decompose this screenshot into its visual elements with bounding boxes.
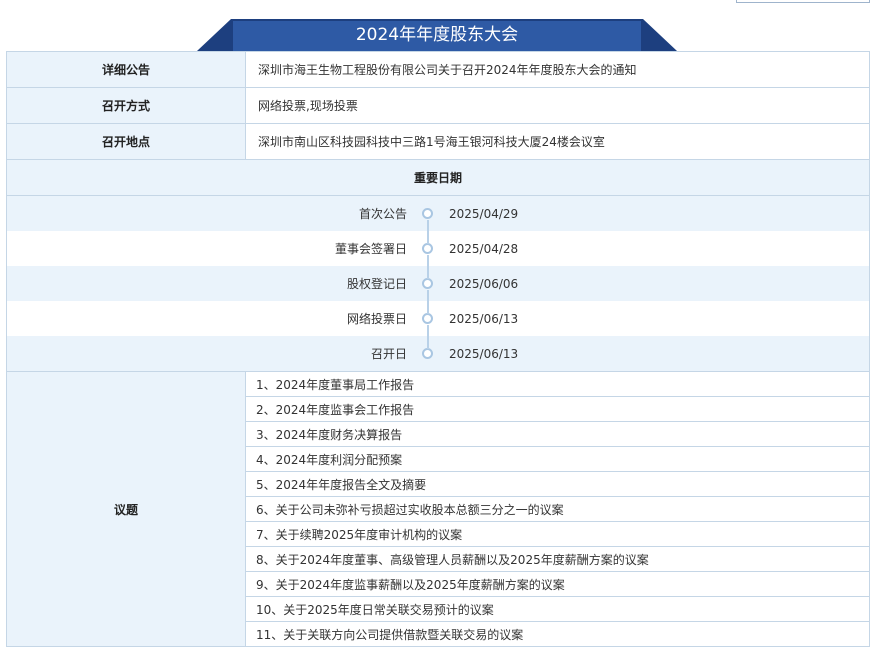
date-item-value: 2025/04/28 bbox=[449, 241, 519, 256]
agenda-item: 7、关于续聘2025年度审计机构的议案 bbox=[245, 521, 870, 547]
date-item-value: 2025/04/29 bbox=[449, 206, 519, 221]
agenda-item: 9、关于2024年度监事薪酬以及2025年度薪酬方案的议案 bbox=[245, 571, 870, 597]
date-item-first-announcement: 首次公告 2025/04/29 bbox=[7, 196, 869, 231]
dates-row: 首次公告 2025/04/29 董事会签署日 2025/04/28 股权登记日 … bbox=[6, 195, 870, 372]
dates-header-row: 重要日期 bbox=[6, 159, 870, 196]
date-item-label: 股权登记日 bbox=[346, 277, 407, 291]
date-item-label: 董事会签署日 bbox=[334, 242, 407, 256]
agenda-item: 2、2024年度监事会工作报告 bbox=[245, 396, 870, 422]
info-row-location: 召开地点 深圳市南山区科技园科技中三路1号海王银河科技大厦24楼会议室 bbox=[6, 123, 870, 160]
timeline-connector bbox=[427, 290, 429, 301]
date-item-label: 首次公告 bbox=[358, 207, 407, 221]
meeting-banner: 2024年年度股东大会 bbox=[197, 19, 677, 51]
agenda-label: 议题 bbox=[6, 371, 246, 647]
agenda-item: 3、2024年度财务决算报告 bbox=[245, 421, 870, 447]
timeline-connector bbox=[427, 301, 429, 314]
timeline-connector bbox=[427, 255, 429, 266]
date-item-value: 2025/06/06 bbox=[449, 276, 519, 291]
timeline-dot-icon bbox=[422, 278, 433, 289]
date-item-value: 2025/06/13 bbox=[449, 346, 519, 361]
method-label: 召开方式 bbox=[6, 87, 246, 124]
timeline-connector bbox=[427, 231, 429, 244]
agenda-item: 8、关于2024年度董事、高级管理人员薪酬以及2025年度薪酬方案的议案 bbox=[245, 546, 870, 572]
date-item-meeting-date: 召开日 2025/06/13 bbox=[7, 336, 869, 371]
timeline-connector bbox=[427, 336, 429, 349]
meeting-info-table: 详细公告 深圳市海王生物工程股份有限公司关于召开2024年年度股东大会的通知 召… bbox=[6, 51, 870, 647]
agenda-row: 议题 1、2024年度董事局工作报告 bbox=[6, 371, 870, 647]
agenda-item: 1、2024年度董事局工作报告 bbox=[245, 371, 870, 397]
banner-title: 2024年年度股东大会 bbox=[355, 25, 519, 45]
announcement-label: 详细公告 bbox=[6, 51, 246, 88]
date-item-online-voting: 网络投票日 2025/06/13 bbox=[7, 301, 869, 336]
date-item-label: 网络投票日 bbox=[346, 312, 407, 326]
date-item-record-date: 股权登记日 2025/06/06 bbox=[7, 266, 869, 301]
date-item-board-signing: 董事会签署日 2025/04/28 bbox=[7, 231, 869, 266]
top-right-box bbox=[736, 0, 870, 3]
timeline-dot-icon bbox=[422, 243, 433, 254]
method-value: 网络投票,现场投票 bbox=[245, 87, 870, 124]
timeline-dot-icon bbox=[422, 208, 433, 219]
location-label: 召开地点 bbox=[6, 123, 246, 160]
agenda-item: 5、2024年年度报告全文及摘要 bbox=[245, 471, 870, 497]
announcement-value: 深圳市海王生物工程股份有限公司关于召开2024年年度股东大会的通知 bbox=[245, 51, 870, 88]
agenda-item: 6、关于公司未弥补亏损超过实收股本总额三分之一的议案 bbox=[245, 496, 870, 522]
timeline-dot-icon bbox=[422, 313, 433, 324]
dates-timeline: 首次公告 2025/04/29 董事会签署日 2025/04/28 股权登记日 … bbox=[6, 195, 870, 372]
important-dates-header: 重要日期 bbox=[6, 159, 870, 196]
timeline-connector bbox=[427, 325, 429, 336]
timeline-connector bbox=[427, 266, 429, 279]
agenda-item: 4、2024年度利润分配预案 bbox=[245, 446, 870, 472]
date-item-label: 召开日 bbox=[370, 347, 407, 361]
timeline-dot-icon bbox=[422, 348, 433, 359]
date-item-value: 2025/06/13 bbox=[449, 311, 519, 326]
agenda-item: 10、关于2025年度日常关联交易预计的议案 bbox=[245, 596, 870, 622]
timeline-connector bbox=[427, 220, 429, 231]
agenda-item: 11、关于关联方向公司提供借款暨关联交易的议案 bbox=[245, 621, 870, 647]
info-row-announcement: 详细公告 深圳市海王生物工程股份有限公司关于召开2024年年度股东大会的通知 bbox=[6, 51, 870, 88]
info-row-method: 召开方式 网络投票,现场投票 bbox=[6, 87, 870, 124]
location-value: 深圳市南山区科技园科技中三路1号海王银河科技大厦24楼会议室 bbox=[245, 123, 870, 160]
